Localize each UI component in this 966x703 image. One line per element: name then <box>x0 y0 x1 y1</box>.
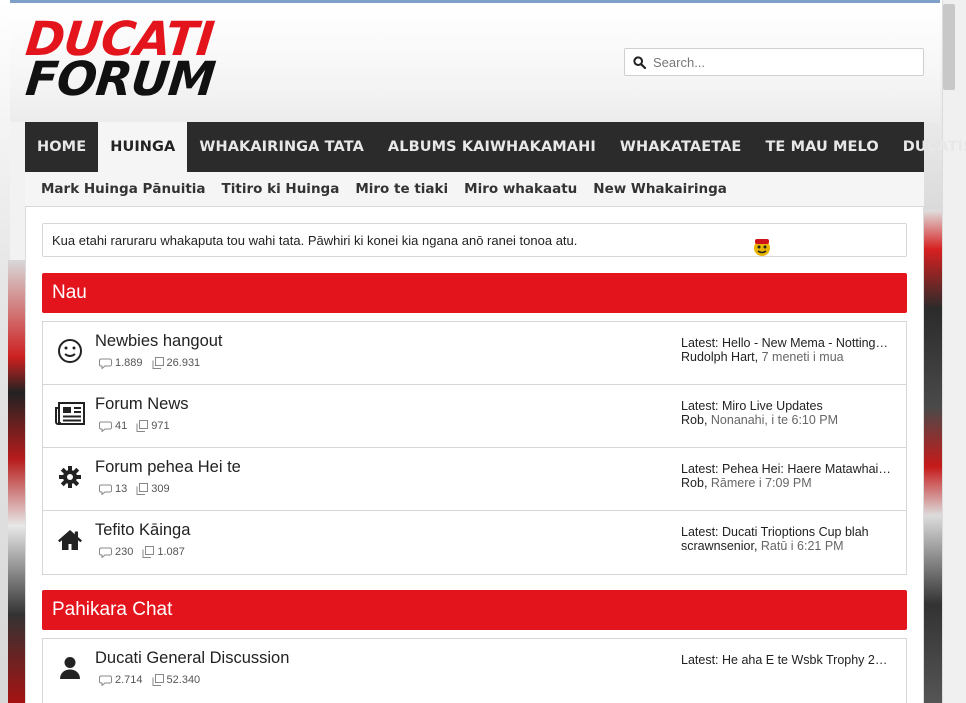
tab-whakairinga-tata[interactable]: WHAKAIRINGA TATA <box>187 122 376 172</box>
copy-icon <box>136 420 149 432</box>
latest-user[interactable]: Rob <box>681 413 704 427</box>
latest-title[interactable]: Latest: Ducati Trioptions Cup blah <box>681 525 891 539</box>
forum-stats: 1.889 26.931 <box>99 357 209 369</box>
messages-count: 1.087 <box>157 546 185 558</box>
mascot-icon <box>754 239 770 256</box>
search-input[interactable] <box>653 54 903 70</box>
sub-nav: Mark Huinga Pānuitia Titiro ki Huinga Mi… <box>25 172 924 207</box>
latest-user[interactable]: Rudolph Hart <box>681 350 755 364</box>
messages-stat: 309 <box>136 483 170 495</box>
tab-huinga[interactable]: HUINGA <box>98 122 188 172</box>
copy-icon <box>136 483 149 495</box>
threads-stat: 13 <box>99 483 127 495</box>
category-header-pahikara-chat[interactable]: Pahikara Chat <box>42 590 907 630</box>
latest-user[interactable]: Rob <box>681 476 704 490</box>
forum-stats: 2.714 52.340 <box>99 674 209 686</box>
background-motorcycle-left <box>8 260 26 703</box>
logo-line-2: FORUM <box>23 52 218 107</box>
messages-stat: 971 <box>136 420 170 432</box>
threads-count: 230 <box>115 546 134 558</box>
scrollbar-thumb[interactable] <box>943 4 955 90</box>
latest-post[interactable]: Latest: Hello - New Mema - Nottingham, U… <box>681 336 891 364</box>
forum-row[interactable]: Ducati General Discussion 2.714 52.340 L… <box>43 639 906 702</box>
user-icon <box>55 653 85 683</box>
category-nau-forums: Newbies hangout 1.889 26.931 Latest: Hel… <box>42 321 907 575</box>
category-header-nau[interactable]: Nau <box>42 273 907 313</box>
threads-stat: 41 <box>99 420 127 432</box>
forum-title[interactable]: Newbies hangout <box>95 332 223 351</box>
tab-albums-kaiwhakamahi[interactable]: ALBUMS KAIWHAKAMAHI <box>376 122 608 172</box>
forum-stats: 41 971 <box>99 420 179 432</box>
forum-stats: 13 309 <box>99 483 179 495</box>
threads-stat: 1.889 <box>99 357 143 369</box>
error-notice[interactable]: Kua etahi raruraru whakaputa tou wahi ta… <box>42 223 907 257</box>
comment-icon <box>99 547 112 558</box>
forum-title[interactable]: Ducati General Discussion <box>95 649 289 668</box>
messages-stat: 26.931 <box>152 357 201 369</box>
forum-row[interactable]: Forum News 41 971 Latest: Miro Live Upda… <box>43 385 906 448</box>
threads-count: 41 <box>115 420 128 432</box>
latest-time[interactable]: Nonanahi, i te 6:10 PM <box>711 413 838 427</box>
latest-post[interactable]: Latest: He aha E te Wsbk Trophy 2020 <box>681 653 891 667</box>
smiley-icon <box>55 336 85 366</box>
latest-title[interactable]: Latest: Miro Live Updates <box>681 399 891 413</box>
forum-title[interactable]: Forum News <box>95 395 189 414</box>
tab-te-mau-melo[interactable]: TE MAU MELO <box>753 122 890 172</box>
copy-icon <box>152 357 164 369</box>
latest-time[interactable]: Ratū i 6:21 PM <box>761 539 844 553</box>
threads-count: 1.889 <box>115 357 143 369</box>
threads-count: 13 <box>115 483 128 495</box>
search-icon[interactable] <box>625 48 653 76</box>
home-icon <box>55 525 85 555</box>
forum-row[interactable]: Tefito Kāinga 230 1.087 Latest: Ducati T… <box>43 511 906 574</box>
comment-icon <box>99 421 112 432</box>
copy-icon <box>142 546 155 558</box>
gear-icon <box>55 462 85 492</box>
threads-stat: 2.714 <box>99 674 143 686</box>
tab-home[interactable]: HOME <box>25 122 98 172</box>
subnav-mark-read[interactable]: Mark Huinga Pānuitia <box>33 181 214 197</box>
forum-stats: 230 1.087 <box>99 546 194 558</box>
scrollbar[interactable] <box>942 0 966 703</box>
latest-time[interactable]: 7 meneti i mua <box>762 350 844 364</box>
copy-icon <box>152 674 164 686</box>
main-nav: HOME HUINGA WHAKAIRINGA TATA ALBUMS KAIW… <box>25 122 966 172</box>
threads-count: 2.714 <box>115 674 143 686</box>
tab-whakataetae[interactable]: WHAKATAETAE <box>608 122 754 172</box>
comment-icon <box>99 358 112 369</box>
messages-stat: 52.340 <box>152 674 201 686</box>
forum-title[interactable]: Tefito Kāinga <box>95 521 190 540</box>
messages-count: 52.340 <box>166 674 201 686</box>
latest-post[interactable]: Latest: Pehea Hei: Haere Matawhaiti Rang… <box>681 462 891 490</box>
comment-icon <box>99 675 112 686</box>
messages-stat: 1.087 <box>142 546 185 558</box>
latest-title[interactable]: Latest: He aha E te Wsbk Trophy 2020 <box>681 653 891 667</box>
subnav-new-posts[interactable]: New Whakairinga <box>585 181 735 197</box>
subnav-view-forums[interactable]: Titiro ki Huinga <box>214 181 348 197</box>
forum-row[interactable]: Forum pehea Hei te 13 309 Latest: Pehea … <box>43 448 906 511</box>
tab-ducatisti[interactable]: DUCATISTI <box>891 122 966 172</box>
threads-stat: 230 <box>99 546 133 558</box>
forum-title[interactable]: Forum pehea Hei te <box>95 458 241 477</box>
forum-row[interactable]: Newbies hangout 1.889 26.931 Latest: Hel… <box>43 322 906 385</box>
latest-time[interactable]: Rāmere i 7:09 PM <box>711 476 812 490</box>
messages-count: 26.931 <box>166 357 201 369</box>
latest-post[interactable]: Latest: Ducati Trioptions Cup blah scraw… <box>681 525 891 553</box>
latest-post[interactable]: Latest: Miro Live Updates Rob, Nonanahi,… <box>681 399 891 427</box>
site-logo[interactable]: DUCATI FORUM <box>23 12 236 107</box>
category-pahikara-chat-forums: Ducati General Discussion 2.714 52.340 L… <box>42 638 907 703</box>
search-box[interactable] <box>624 48 924 76</box>
messages-count: 309 <box>151 483 170 495</box>
latest-title[interactable]: Latest: Hello - New Mema - Nottingham, U… <box>681 336 891 350</box>
newspaper-icon <box>55 399 85 429</box>
messages-count: 971 <box>151 420 170 432</box>
comment-icon <box>99 484 112 495</box>
subnav-watched-forums[interactable]: Miro whakaatu <box>456 181 585 197</box>
latest-title[interactable]: Latest: Pehea Hei: Haere Matawhaiti Rang… <box>681 462 891 476</box>
subnav-watched-threads[interactable]: Miro te tiaki <box>347 181 456 197</box>
latest-user[interactable]: scrawnsenior <box>681 539 754 553</box>
